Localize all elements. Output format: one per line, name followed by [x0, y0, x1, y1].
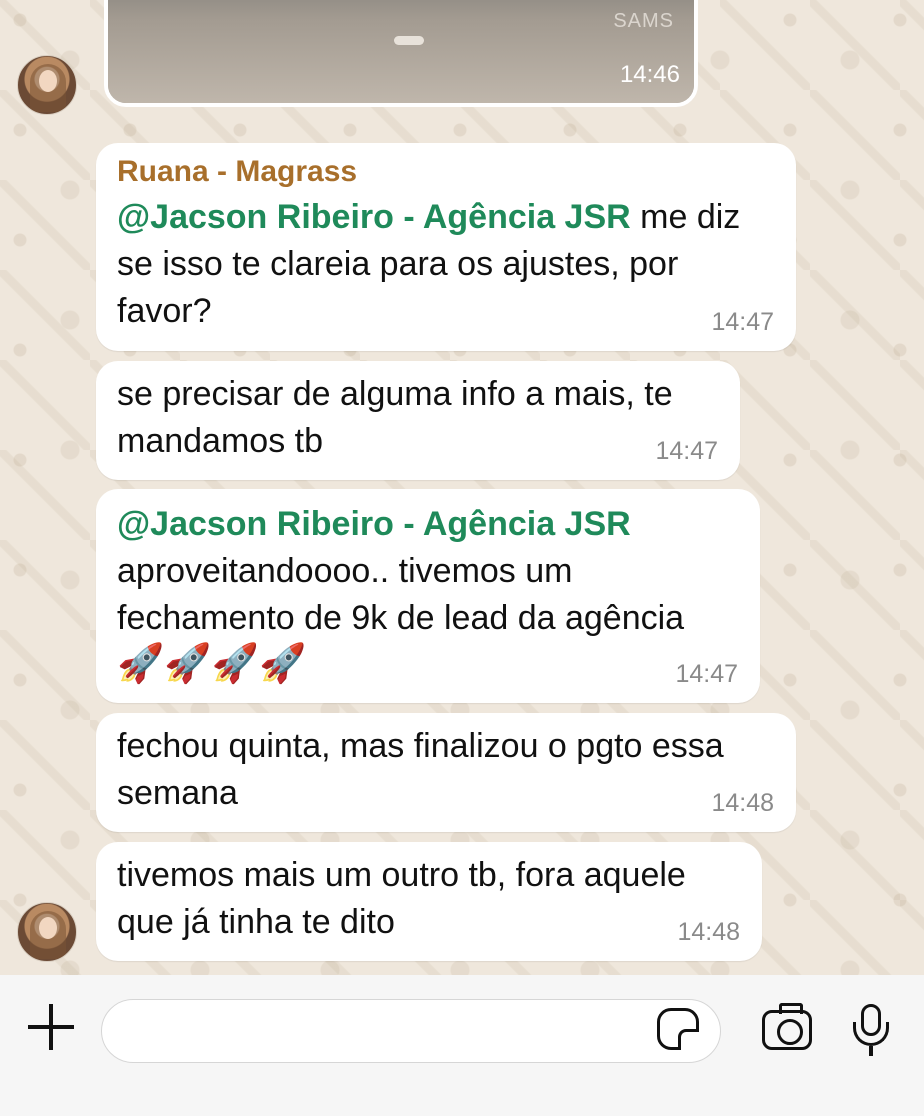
message-bubble[interactable]: tivemos mais um outro tb, fora aquele qu…	[96, 842, 762, 961]
microphone-icon[interactable]	[852, 1004, 890, 1056]
message-time: 14:48	[677, 918, 740, 946]
sender-avatar[interactable]	[17, 55, 77, 115]
photo-brand-text: SAMS	[613, 10, 674, 32]
message-line: @Jacson Ribeiro - Agência JSR me diz	[117, 198, 741, 236]
sender-avatar[interactable]	[17, 902, 77, 962]
message-line: se isso te clareia para os ajustes, por	[117, 245, 679, 283]
message-time: 14:47	[675, 660, 738, 688]
message-time: 14:48	[711, 789, 774, 817]
message-line: fechou quinta, mas finalizou o pgto essa	[117, 727, 724, 765]
message-bubble[interactable]: fechou quinta, mas finalizou o pgto essa…	[96, 713, 796, 832]
message-bubble[interactable]: Ruana - Magrass @Jacson Ribeiro - Agênci…	[96, 143, 796, 351]
message-line: fechamento de 9k de lead da agência	[117, 599, 685, 637]
sender-name[interactable]: Ruana - Magrass	[117, 155, 357, 189]
message-line: mandamos tb	[117, 422, 323, 460]
message-bubble[interactable]: @Jacson Ribeiro - Agência JSR aproveitan…	[96, 489, 760, 703]
message-time: 14:47	[711, 308, 774, 336]
image-message[interactable]: SAMS 14:46	[104, 0, 698, 107]
mention-link[interactable]: @Jacson Ribeiro - Agência JSR	[117, 198, 631, 236]
message-time: 14:46	[619, 61, 680, 88]
message-line: aproveitandoooo.. tivemos um	[117, 552, 573, 590]
message-input[interactable]	[101, 999, 721, 1063]
message-line: @Jacson Ribeiro - Agência JSR	[117, 501, 631, 548]
message-line: que já tinha te dito	[117, 903, 395, 941]
photo-content	[108, 0, 694, 103]
message-line: tivemos mais um outro tb, fora aquele	[117, 856, 686, 894]
photo-detail	[394, 36, 424, 45]
message-line: favor?	[117, 292, 212, 330]
rocket-emoji-line: 🚀🚀🚀🚀	[117, 643, 307, 685]
message-time: 14:47	[655, 437, 718, 465]
mention-link[interactable]: @Jacson Ribeiro - Agência JSR	[117, 505, 631, 543]
sticker-icon[interactable]	[657, 1008, 699, 1050]
message-bubble[interactable]: se precisar de alguma info a mais, te ma…	[96, 361, 740, 480]
camera-icon[interactable]	[762, 1003, 812, 1050]
message-line: se precisar de alguma info a mais, te	[117, 375, 673, 413]
message-line: semana	[117, 774, 238, 812]
plus-icon[interactable]	[28, 1004, 74, 1050]
